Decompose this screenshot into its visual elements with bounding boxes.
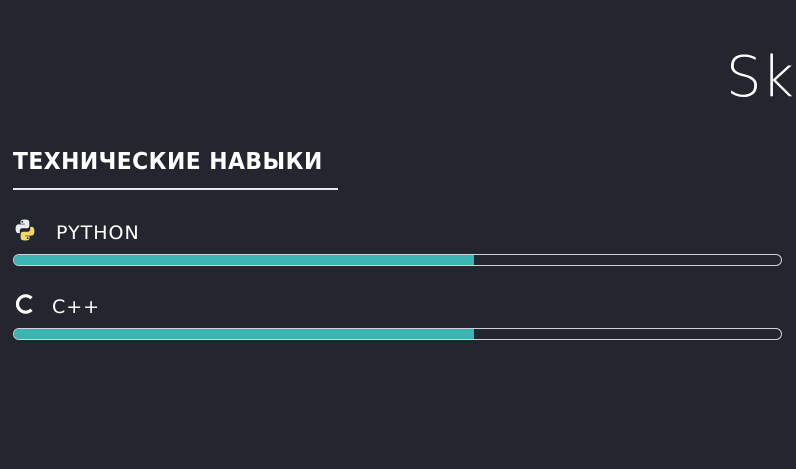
skill-label: PYTHON [56,222,140,244]
title-underline [13,188,338,190]
skill-label: C++ [52,296,101,318]
page-heading: Sk [726,45,794,110]
c-letter-icon [13,292,37,316]
python-icon [13,218,37,242]
progress-bar [13,328,782,340]
progress-fill [14,329,475,339]
progress-bar [13,254,782,266]
page: Sk ТЕХНИЧЕСКИЕ НАВЫКИ PYTHON C++ [0,0,796,469]
progress-fill [14,255,475,265]
section-title: ТЕХНИЧЕСКИЕ НАВЫКИ [13,149,323,175]
skill-row-cpp: C++ [13,290,782,350]
skill-row-python: PYTHON [13,216,782,276]
